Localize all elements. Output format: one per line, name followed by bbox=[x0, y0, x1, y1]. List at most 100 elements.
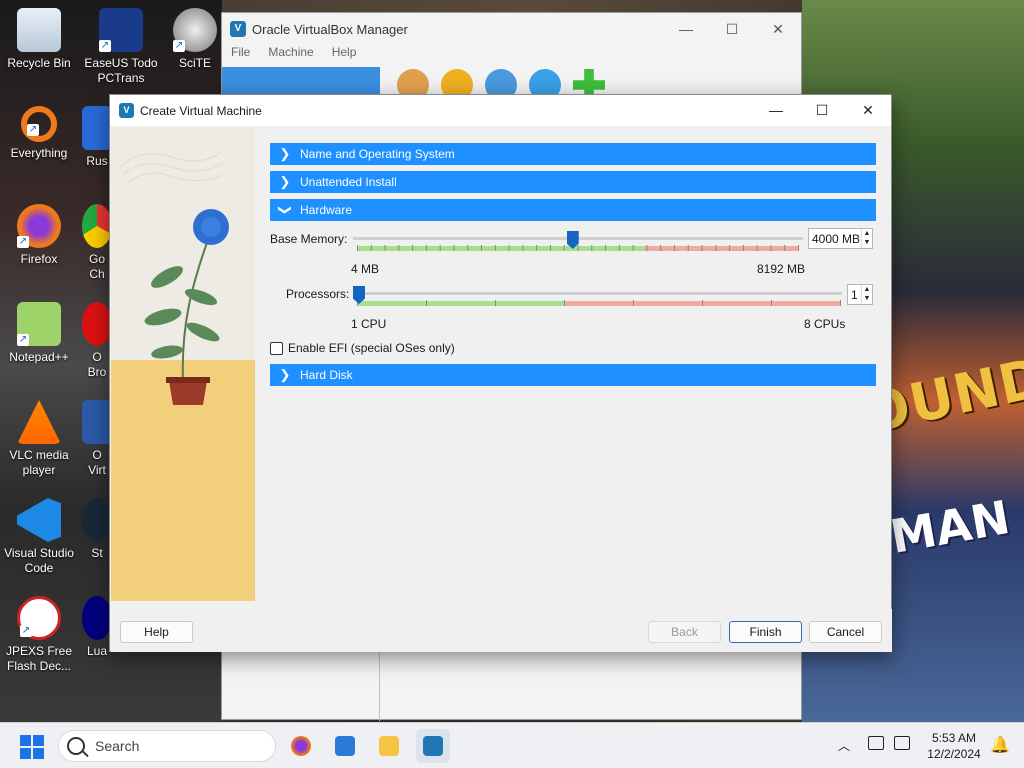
desktop-icon-opera[interactable]: O Bro bbox=[82, 302, 112, 380]
cancel-button[interactable]: Cancel bbox=[809, 621, 882, 643]
base-memory-spinbox[interactable]: 4000 MB ▲ ▼ bbox=[808, 228, 873, 249]
taskbar-file-explorer[interactable] bbox=[328, 729, 362, 763]
lua-icon bbox=[82, 596, 112, 640]
desktop-icon-recycle-bin[interactable]: Recycle Bin bbox=[0, 8, 78, 71]
chevron-up-icon[interactable]: ︿ bbox=[838, 737, 850, 754]
clock-time: 5:53 AM bbox=[931, 731, 977, 745]
desktop-icon-notepadpp[interactable]: ↗ Notepad++ bbox=[0, 302, 78, 365]
spin-arrows-icon[interactable]: ▲ ▼ bbox=[861, 229, 872, 248]
spin-arrows-icon[interactable]: ▲ ▼ bbox=[861, 285, 872, 304]
file-explorer-icon bbox=[335, 736, 355, 756]
section-hard-disk[interactable]: ❯ Hard Disk bbox=[270, 364, 876, 386]
help-button[interactable]: Help bbox=[120, 621, 193, 643]
desktop-icon-label: Go Ch bbox=[88, 252, 105, 281]
taskbar-virtualbox[interactable] bbox=[416, 729, 450, 763]
section-label: Unattended Install bbox=[300, 175, 397, 189]
vlc-icon bbox=[17, 400, 61, 444]
folder-icon bbox=[379, 736, 399, 756]
section-hardware[interactable]: ❯ Hardware bbox=[270, 199, 876, 221]
firefox-icon: ↗ bbox=[17, 204, 61, 248]
processors-slider[interactable] bbox=[353, 286, 842, 306]
desktop-icon-chrome[interactable]: Go Ch bbox=[82, 204, 112, 282]
close-button[interactable]: ✕ bbox=[845, 95, 891, 126]
section-label: Name and Operating System bbox=[300, 147, 455, 161]
jpexs-icon: ↗ bbox=[17, 596, 61, 640]
desktop-icon-label: Firefox bbox=[20, 252, 58, 266]
everything-icon: ↗ bbox=[21, 106, 57, 142]
virtualbox-logo-icon: V bbox=[119, 103, 134, 118]
desktop-icon-label: SciTE bbox=[178, 56, 211, 70]
section-name-and-os[interactable]: ❯ Name and Operating System bbox=[270, 143, 876, 165]
desktop-icon-label: Visual Studio Code bbox=[4, 546, 74, 575]
processor-value[interactable]: 1 bbox=[848, 288, 861, 302]
desktop-icon-lua[interactable]: Lua bbox=[82, 596, 112, 659]
section-label: Hardware bbox=[300, 203, 353, 217]
virtualbox-icon bbox=[423, 736, 443, 756]
wizard-illustration bbox=[111, 127, 255, 601]
desktop-icon-label: EaseUS Todo PCTrans bbox=[84, 56, 158, 85]
processor-min-label: 1 CPU bbox=[351, 317, 387, 331]
close-button[interactable]: ✕ bbox=[755, 13, 801, 45]
memory-max-label: 8192 MB bbox=[757, 262, 806, 276]
desktop-icon-label: St bbox=[91, 546, 103, 560]
desktop-icon-everything[interactable]: ↗ Everything bbox=[0, 106, 78, 161]
processor-max-label: 8 CPUs bbox=[804, 317, 846, 331]
desktop-icon-label: O Bro bbox=[87, 350, 107, 379]
minimize-button[interactable]: — bbox=[753, 95, 799, 126]
scite-icon: ↗ bbox=[173, 8, 217, 52]
recycle-bin-icon bbox=[17, 8, 61, 52]
desktop-icon-vscode[interactable]: Visual Studio Code bbox=[0, 498, 78, 576]
start-button[interactable] bbox=[20, 735, 44, 759]
checkbox-box[interactable] bbox=[270, 341, 283, 355]
taskbar-firefox[interactable] bbox=[284, 729, 318, 763]
scale-unsafe-range bbox=[565, 301, 841, 306]
chevron-right-icon: ❯ bbox=[279, 146, 291, 161]
desktop-icon-label: Everything bbox=[10, 146, 68, 160]
desktop-icon-label: Rus bbox=[86, 154, 108, 168]
divider bbox=[379, 653, 380, 721]
create-vm-dialog[interactable]: V Create Virtual Machine — ☐ ✕ ❯ Name an… bbox=[109, 94, 892, 652]
wizard-content: ❯ Name and Operating System ❯ Unattended… bbox=[270, 143, 876, 227]
processors-spinbox[interactable]: 1 ▲ ▼ bbox=[847, 284, 873, 305]
volume-muted-icon[interactable] bbox=[894, 736, 910, 750]
network-icon[interactable] bbox=[868, 736, 884, 750]
checkbox-label: Enable EFI (special OSes only) bbox=[288, 341, 455, 355]
notification-bell-icon[interactable]: 🔔 bbox=[990, 735, 1010, 755]
easeus-icon: ↗ bbox=[99, 8, 143, 52]
memory-value[interactable]: 4000 MB bbox=[809, 232, 861, 246]
menu-file[interactable]: File bbox=[231, 45, 250, 65]
taskbar-search[interactable]: Search bbox=[58, 730, 276, 762]
chevron-right-icon: ❯ bbox=[279, 367, 291, 382]
desktop-icon-jpexs[interactable]: ↗ JPEXS Free Flash Dec... bbox=[0, 596, 78, 674]
desktop-icon-virtualbox[interactable]: O Virt bbox=[82, 400, 112, 478]
maximize-button[interactable]: ☐ bbox=[709, 13, 755, 45]
minimize-button[interactable]: — bbox=[663, 13, 709, 45]
desktop-icon-vlc[interactable]: VLC media player bbox=[0, 400, 78, 478]
dialog-button-bar: Help Back Finish Cancel bbox=[111, 609, 892, 652]
notepadpp-icon: ↗ bbox=[17, 302, 61, 346]
menu-help[interactable]: Help bbox=[332, 45, 357, 65]
chevron-right-icon: ❯ bbox=[279, 174, 291, 189]
manager-title: Oracle VirtualBox Manager bbox=[252, 21, 408, 37]
desktop-icon-firefox[interactable]: ↗ Firefox bbox=[0, 204, 78, 267]
slider-track bbox=[353, 292, 842, 295]
taskbar-folder[interactable] bbox=[372, 729, 406, 763]
base-memory-label: Base Memory: bbox=[270, 232, 348, 246]
desktop-icon-rus[interactable]: Rus bbox=[82, 106, 112, 169]
steam-icon bbox=[82, 498, 112, 542]
processor-scale bbox=[357, 300, 841, 306]
section-unattended-install[interactable]: ❯ Unattended Install bbox=[270, 171, 876, 193]
desktop-icon-steam[interactable]: St bbox=[82, 498, 112, 561]
finish-button[interactable]: Finish bbox=[729, 621, 802, 643]
base-memory-slider[interactable] bbox=[353, 231, 803, 251]
scale-safe-range bbox=[357, 246, 645, 251]
back-button[interactable]: Back bbox=[648, 621, 721, 643]
desktop-icon-label: Lua bbox=[86, 644, 108, 658]
opera-icon bbox=[82, 302, 112, 346]
taskbar-clock[interactable]: 5:53 AM 12/2/2024 bbox=[916, 730, 992, 762]
desktop-icon-easeus[interactable]: ↗ EaseUS Todo PCTrans bbox=[82, 8, 160, 86]
enable-efi-checkbox[interactable]: Enable EFI (special OSes only) bbox=[270, 341, 455, 355]
menu-machine[interactable]: Machine bbox=[268, 45, 313, 65]
maximize-button[interactable]: ☐ bbox=[799, 95, 845, 126]
desktop-icon-label: JPEXS Free Flash Dec... bbox=[5, 644, 73, 673]
